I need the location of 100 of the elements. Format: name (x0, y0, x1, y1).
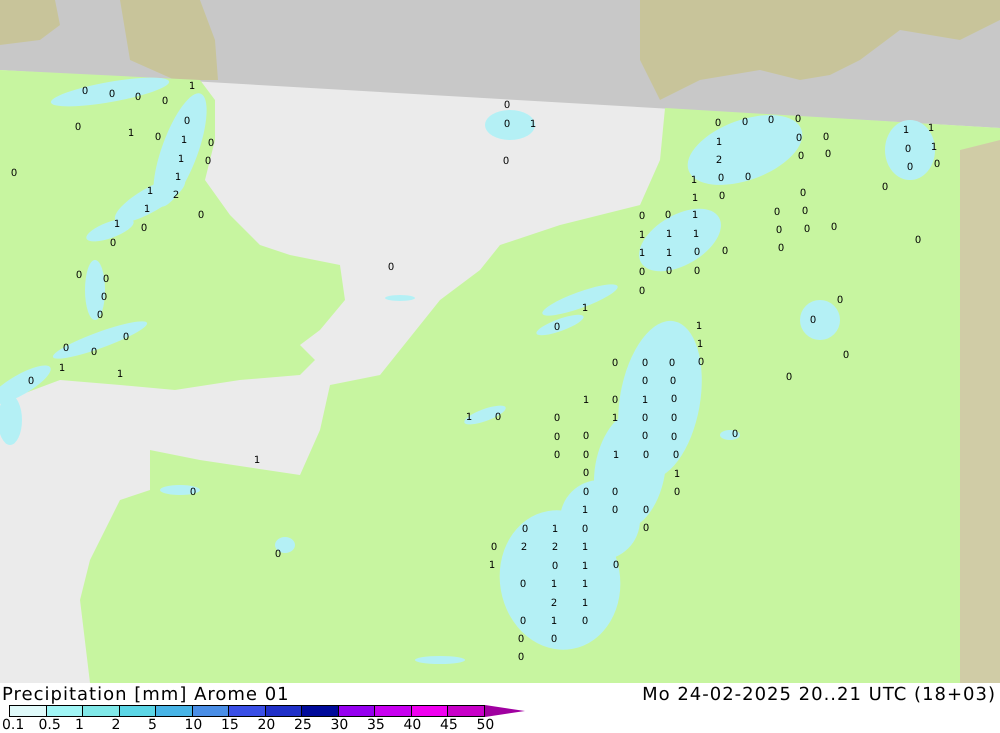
precipitation-value: 1 (642, 395, 648, 406)
precipitation-value: 2 (716, 155, 722, 166)
legend-label: 2 (112, 717, 122, 733)
precipitation-value: 1 (612, 450, 620, 461)
precipitation-patch (160, 485, 200, 495)
precipitation-value: 0 (204, 156, 212, 167)
precipitation-value: 1 (638, 248, 646, 259)
precipitation-value: 0 (554, 413, 560, 424)
precipitation-patch (385, 295, 415, 301)
valid-time: Mo 24-02-2025 20..21 UTC (18+03) (642, 684, 996, 704)
precipitation-value: 1 (582, 561, 588, 572)
precipitation-value: 0 (694, 247, 700, 258)
precipitation-value: 0 (778, 243, 784, 254)
precipitation-patch (720, 430, 740, 440)
precipitation-value: 0 (664, 210, 672, 221)
legend-label: 0.1 (2, 717, 26, 733)
precipitation-value: 0 (776, 225, 782, 236)
precipitation-value: 1 (530, 119, 536, 130)
precipitation-value: 0 (642, 413, 648, 424)
precipitation-value: 1 (582, 542, 588, 553)
precipitation-value: 1 (180, 135, 188, 146)
precipitation-value: 1 (550, 616, 558, 627)
precipitation-value: 1 (466, 412, 472, 423)
precipitation-value: 1 (930, 142, 938, 153)
precipitation-value: 1 (254, 455, 260, 466)
legend-label: 15 (221, 717, 240, 733)
legend-label: 0.5 (38, 717, 62, 733)
legend-label: 45 (440, 717, 459, 733)
land-outside-domain (0, 0, 60, 45)
precipitation-value: 0 (134, 92, 142, 103)
legend-label: 25 (294, 717, 313, 733)
precipitation-value: 0 (550, 634, 558, 645)
precipitation-value: 0 (612, 358, 618, 369)
precipitation-value: 0 (798, 151, 804, 162)
precipitation-value: 0 (62, 343, 70, 354)
precipitation-value: 0 (10, 168, 18, 179)
map-title: Precipitation [mm] Arome 01 (2, 684, 290, 704)
precipitation-value: 0 (612, 560, 620, 571)
precipitation-value: 0 (554, 432, 560, 443)
precipitation-value: 0 (96, 310, 104, 321)
precipitation-value: 1 (174, 172, 182, 183)
precipitation-value: 0 (612, 395, 618, 406)
precipitation-value: 0 (582, 616, 588, 627)
precipitation-value: 1 (178, 154, 184, 165)
legend-label: 40 (404, 717, 422, 733)
precipitation-value: 0 (718, 191, 726, 202)
precipitation-value: 0 (786, 372, 792, 383)
precipitation-value: 1 (144, 204, 150, 215)
precipitation-value: 0 (800, 188, 806, 199)
precipitation-value: 1 (582, 395, 590, 406)
precipitation-value: 0 (744, 172, 752, 183)
precipitation-value: 0 (638, 286, 646, 297)
precipitation-value: 0 (742, 117, 748, 128)
precipitation-value: 0 (582, 431, 590, 442)
precipitation-value: 1 (902, 125, 910, 136)
precipitation-value: 0 (582, 468, 590, 479)
precipitation-value: 0 (100, 292, 108, 303)
precipitation-value: 0 (494, 412, 502, 423)
precipitation-value: 0 (822, 132, 830, 143)
precipitation-value: 0 (504, 100, 510, 111)
precipitation-value: 1 (666, 248, 672, 259)
precipitation-value: 1 (582, 598, 588, 609)
legend-arrow-icon (484, 705, 524, 717)
precipitation-value: 0 (810, 315, 816, 326)
precipitation-value: 1 (696, 339, 704, 350)
precipitation-value: 0 (612, 487, 618, 498)
precipitation-value: 1 (488, 560, 496, 571)
legend-label: 1 (75, 717, 85, 733)
precipitation-value: 0 (830, 222, 838, 233)
precipitation-value: 2 (172, 190, 180, 201)
precipitation-value: 0 (110, 238, 116, 249)
precipitation-value: 0 (672, 450, 680, 461)
precipitation-value: 0 (582, 487, 590, 498)
precipitation-value: 0 (906, 162, 914, 173)
precipitation-value: 0 (520, 616, 526, 627)
precipitation-value: 0 (554, 450, 560, 461)
precipitation-value: 1 (674, 469, 680, 480)
precipitation-value: 1 (188, 81, 196, 92)
precipitation-value: 0 (904, 144, 912, 155)
legend-label: 10 (184, 717, 204, 733)
precipitation-value: 0 (694, 266, 700, 277)
precipitation-value: 1 (114, 219, 120, 230)
precipitation-value: 0 (768, 115, 774, 126)
precipitation-patch (485, 110, 535, 140)
precipitation-value: 1 (582, 505, 588, 516)
precipitation-value: 0 (122, 332, 130, 343)
precipitation-value: 0 (518, 634, 524, 645)
precipitation-value: 1 (582, 303, 588, 314)
precipitation-value: 1 (146, 186, 154, 197)
precipitation-value: 0 (642, 376, 648, 387)
precipitation-patch (464, 406, 506, 424)
precipitation-value: 0 (108, 89, 116, 100)
precipitation-value: 0 (522, 524, 528, 535)
precipitation-value: 2 (520, 542, 528, 553)
precipitation-value: 0 (796, 133, 802, 144)
precipitation-value: 0 (670, 413, 678, 424)
precipitation-value: 0 (554, 322, 560, 333)
precipitation-value: 1 (550, 579, 558, 590)
precipitation-value: 0 (504, 119, 510, 130)
precipitation-value: 0 (638, 211, 646, 222)
